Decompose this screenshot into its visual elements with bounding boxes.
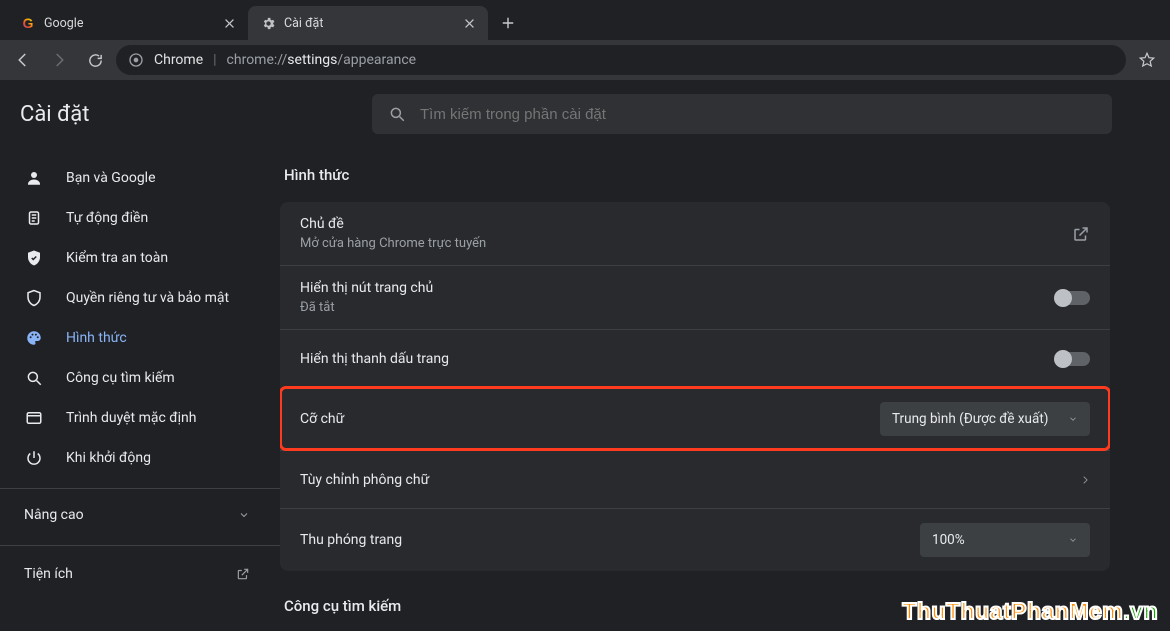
sidebar-item-label: Công cụ tìm kiếm [66,370,175,386]
sidebar-item-label: Hình thức [66,330,127,346]
bookmark-star-icon[interactable] [1132,51,1162,69]
sidebar-item-search-engine[interactable]: Công cụ tìm kiếm [0,358,260,398]
omnibox-scheme-label: Chrome [154,52,203,68]
row-font-size: Cỡ chữ Trung bình (Được đề xuất) [280,387,1110,450]
browser-tab-strip: G Google Cài đặt [0,0,1170,40]
settings-page: Cài đặt Bạn và Google Tự động điền Kiểm … [0,80,1170,631]
browser-window-icon [24,408,44,428]
tab-label: Google [44,16,83,31]
sidebar-item-you-and-google[interactable]: Bạn và Google [0,158,260,198]
sidebar-item-label: Trình duyệt mặc định [66,410,197,426]
search-icon [388,105,406,123]
sidebar-item-autofill[interactable]: Tự động điền [0,198,260,238]
sidebar-extensions-label: Tiện ích [24,566,73,582]
page-title: Cài đặt [20,102,372,127]
sidebar-item-label: Bạn và Google [66,170,156,186]
sidebar-item-default-browser[interactable]: Trình duyệt mặc định [0,398,260,438]
chrome-badge-icon [128,52,144,68]
sidebar-divider [0,545,280,546]
settings-main: Hình thức Chủ đề Mở cửa hàng Chrome trực… [280,148,1170,631]
sidebar-item-appearance[interactable]: Hình thức [0,318,260,358]
close-icon[interactable] [462,16,476,30]
external-link-icon [1072,225,1090,243]
omnibox-url: chrome://settings/appearance [227,52,417,68]
tab-label: Cài đặt [284,16,323,31]
gear-icon [260,15,276,31]
browser-toolbar: Chrome | chrome://settings/appearance [0,40,1170,80]
sidebar-item-privacy[interactable]: Quyền riêng tư và bảo mật [0,278,260,318]
chevron-down-icon [1068,535,1078,545]
row-title: Tùy chỉnh phông chữ [300,472,429,488]
sidebar-advanced-label: Nâng cao [24,507,84,523]
row-page-zoom: Thu phóng trang 100% [280,508,1110,571]
person-icon [24,168,44,188]
settings-sidebar: Bạn và Google Tự động điền Kiểm tra an t… [0,148,280,631]
sidebar-item-safety-check[interactable]: Kiểm tra an toàn [0,238,260,278]
tab-settings[interactable]: Cài đặt [248,6,488,40]
shield-check-icon [24,248,44,268]
sidebar-item-label: Quyền riêng tư và bảo mật [66,290,229,306]
row-title: Hiển thị nút trang chủ [300,280,433,296]
clipboard-icon [24,208,44,228]
sidebar-item-on-startup[interactable]: Khi khởi động [0,438,260,478]
sidebar-item-label: Kiểm tra an toàn [66,250,168,266]
row-title: Thu phóng trang [300,532,402,548]
new-tab-button[interactable] [494,9,522,37]
power-icon [24,448,44,468]
close-icon[interactable] [222,16,236,30]
row-title: Chủ đề [300,216,486,232]
sidebar-advanced-expander[interactable]: Nâng cao [0,495,280,535]
google-favicon-icon: G [20,15,36,31]
appearance-card: Chủ đề Mở cửa hàng Chrome trực tuyến Hiể… [280,202,1110,571]
chevron-down-icon [1068,414,1078,424]
back-button[interactable] [8,45,38,75]
forward-button[interactable] [44,45,74,75]
watermark: ThuThuatPhanMem.vn [902,598,1158,625]
section-heading-appearance: Hình thức [284,166,1110,184]
row-customize-fonts[interactable]: Tùy chỉnh phông chữ [280,450,1110,508]
toggle-home-button[interactable] [1056,291,1090,305]
sidebar-item-label: Khi khởi động [66,450,151,466]
row-home-button: Hiển thị nút trang chủ Đã tắt [280,265,1110,329]
chevron-down-icon [238,509,250,521]
omnibox-separator: | [213,52,216,68]
row-theme[interactable]: Chủ đề Mở cửa hàng Chrome trực tuyến [280,202,1110,265]
settings-search[interactable] [372,94,1112,134]
chevron-right-icon [1080,473,1090,487]
select-value: 100% [932,532,965,548]
row-title: Cỡ chữ [300,411,344,427]
row-subtitle: Đã tắt [300,300,433,315]
select-value: Trung bình (Được đề xuất) [892,411,1048,427]
reload-button[interactable] [80,45,110,75]
tab-google[interactable]: G Google [8,6,248,40]
settings-header: Cài đặt [0,80,1170,148]
settings-search-input[interactable] [420,106,1096,123]
palette-icon [24,328,44,348]
sidebar-item-label: Tự động điền [66,210,148,226]
shield-icon [24,288,44,308]
select-font-size[interactable]: Trung bình (Được đề xuất) [880,402,1090,436]
external-link-icon [236,567,250,581]
search-icon [24,368,44,388]
sidebar-divider [0,488,280,489]
select-page-zoom[interactable]: 100% [920,523,1090,557]
address-bar[interactable]: Chrome | chrome://settings/appearance [116,45,1126,75]
row-subtitle: Mở cửa hàng Chrome trực tuyến [300,236,486,251]
sidebar-extensions-link[interactable]: Tiện ích [0,552,280,596]
row-bookmarks-bar: Hiển thị thanh dấu trang [280,329,1110,387]
toggle-bookmarks-bar[interactable] [1056,352,1090,366]
row-title: Hiển thị thanh dấu trang [300,351,449,367]
